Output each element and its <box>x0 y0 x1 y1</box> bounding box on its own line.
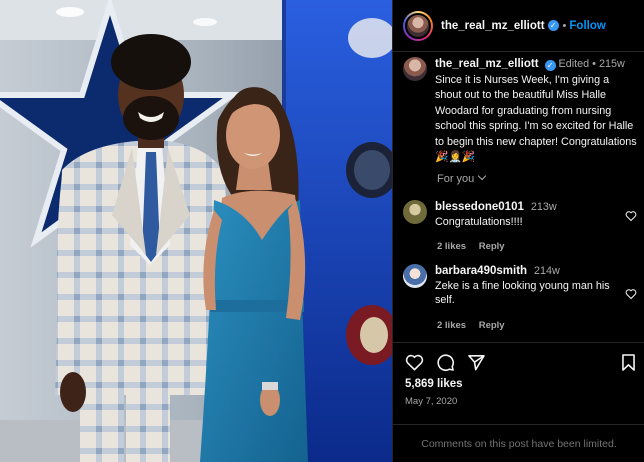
commenter-username[interactable]: blessedone0101 <box>435 201 524 213</box>
bookmark-icon[interactable] <box>620 353 637 372</box>
chevron-down-icon <box>478 171 487 181</box>
comment-meta: 2 likes Reply <box>437 241 637 252</box>
author-username[interactable]: the_real_mz_elliott <box>441 20 545 32</box>
post-image <box>0 0 392 462</box>
heart-icon[interactable] <box>405 353 424 372</box>
for-you-label: For you <box>437 173 475 185</box>
action-icons <box>405 353 486 372</box>
post-sidebar: the_real_mz_elliott ✓ • Follow the_real_… <box>392 0 644 462</box>
comments-limited-notice: Comments on this post have been limited. <box>393 424 644 462</box>
comment-likes[interactable]: 2 likes <box>437 241 466 252</box>
commenter-username[interactable]: barbara490smith <box>435 265 527 277</box>
caption-text: Since it is Nurses Week, I'm giving a sh… <box>435 73 637 164</box>
like-comment-heart-icon[interactable] <box>625 210 637 222</box>
commenter-avatar[interactable] <box>403 200 427 224</box>
separator-dot: • <box>562 19 567 32</box>
caption-username[interactable]: the_real_mz_elliott <box>435 58 539 70</box>
post-header: the_real_mz_elliott ✓ • Follow <box>393 0 644 52</box>
like-comment-heart-icon[interactable] <box>625 288 637 300</box>
comment: blessedone0101 213w Congratulations!!!! … <box>403 200 637 252</box>
verified-badge-icon: ✓ <box>544 60 556 71</box>
comment-text-block: barbara490smith 214w Zeke is a fine look… <box>435 264 615 308</box>
comment: barbara490smith 214w Zeke is a fine look… <box>403 264 637 331</box>
post-date[interactable]: May 7, 2020 <box>405 396 457 407</box>
reply-button[interactable]: Reply <box>479 320 505 331</box>
caption-age[interactable]: 215w <box>599 58 625 70</box>
share-icon[interactable] <box>467 353 486 372</box>
likes-count[interactable]: 5,869 likes <box>405 378 463 390</box>
post-photo[interactable] <box>0 0 392 462</box>
follow-button[interactable]: Follow <box>569 20 605 32</box>
comment-text-block: blessedone0101 213w Congratulations!!!! <box>435 200 615 229</box>
comment-likes[interactable]: 2 likes <box>437 320 466 331</box>
verified-badge-icon: ✓ <box>547 20 559 31</box>
comment-icon[interactable] <box>436 353 455 372</box>
caption-avatar[interactable] <box>403 57 427 81</box>
comment-text: Congratulations!!!! <box>435 215 523 228</box>
for-you-dropdown[interactable]: For you <box>437 171 487 185</box>
commenter-avatar[interactable] <box>403 264 427 288</box>
comment-age: 213w <box>530 201 557 213</box>
author-avatar[interactable] <box>403 10 433 41</box>
reply-button[interactable]: Reply <box>479 241 505 252</box>
comment-age: 214w <box>534 265 560 277</box>
instagram-post: the_real_mz_elliott ✓ • Follow the_real_… <box>0 0 644 462</box>
comment-meta: 2 likes Reply <box>437 320 637 331</box>
post-caption: the_real_mz_elliott ✓ Edited • 215w Since… <box>403 57 637 166</box>
comment-text: Zeke is a fine looking young man his sel… <box>435 279 610 307</box>
edited-label: Edited <box>558 58 590 70</box>
caption-body: the_real_mz_elliott ✓ Edited • 215w Since… <box>435 58 637 164</box>
